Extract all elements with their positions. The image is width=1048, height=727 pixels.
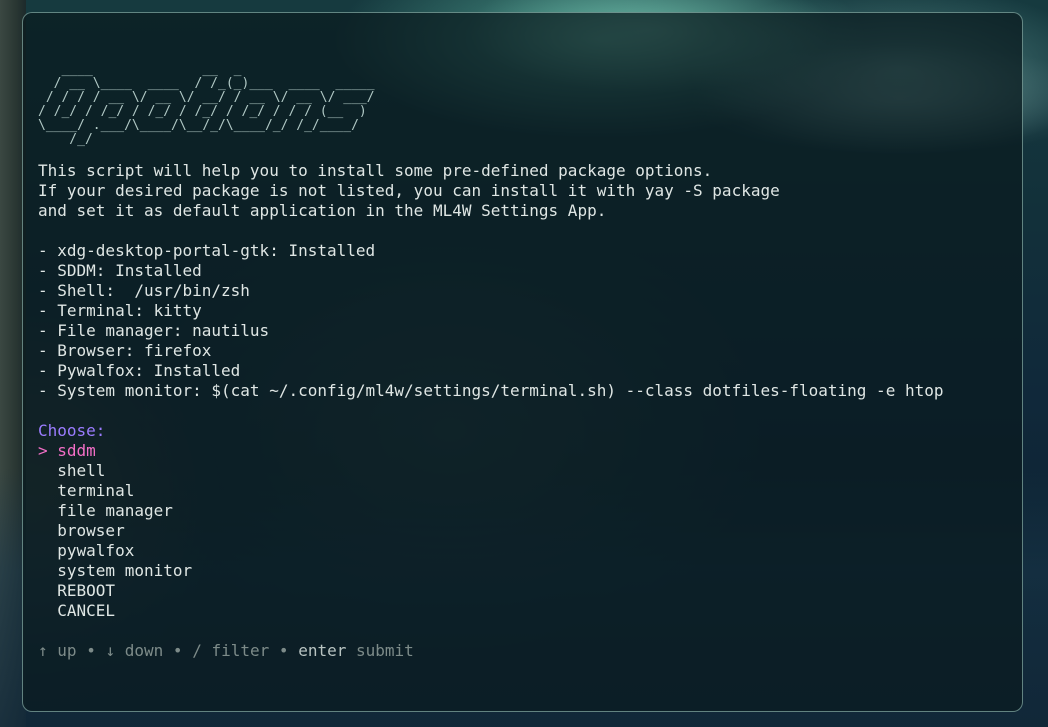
selection-cursor: >	[38, 441, 48, 460]
intro-line: If your desired package is not listed, y…	[38, 181, 780, 200]
menu-option-sddm[interactable]: > sddm	[38, 441, 1012, 461]
menu-option-label: browser	[57, 521, 125, 540]
help-down-label: down	[124, 641, 164, 660]
intro-text: This script will help you to install som…	[38, 161, 1012, 221]
menu-option-file-manager[interactable]: file manager	[38, 501, 1012, 521]
menu-option-cancel[interactable]: CANCEL	[38, 601, 1012, 621]
status-line-shell: - Shell: /usr/bin/zsh	[38, 281, 250, 300]
status-line-pywalfox: - Pywalfox: Installed	[38, 361, 241, 380]
menu-option-terminal[interactable]: terminal	[38, 481, 1012, 501]
menu-option-label: system monitor	[57, 561, 193, 580]
up-arrow-icon: ↑	[38, 641, 48, 660]
help-filter-label: filter	[211, 641, 270, 660]
status-line-system-monitor: - System monitor: $(cat ~/.config/ml4w/s…	[38, 381, 944, 400]
status-line-file-manager: - File manager: nautilus	[38, 321, 270, 340]
status-line-portal: - xdg-desktop-portal-gtk: Installed	[38, 241, 376, 260]
help-enter-key: enter	[298, 641, 347, 660]
menu-option-pywalfox[interactable]: pywalfox	[38, 541, 1012, 561]
menu-option-label: REBOOT	[57, 581, 116, 600]
down-arrow-icon: ↓	[105, 641, 116, 660]
help-filter-key: /	[192, 641, 202, 660]
keyboard-help-bar: ↑ up • ↓ down • / filter • enter submit	[38, 641, 1012, 661]
help-separator: •	[172, 641, 183, 660]
options-ascii-logo: ____ __ _ / __ \____ ____ / /_(_)___ ___…	[38, 62, 375, 147]
menu-option-label: shell	[57, 461, 106, 480]
intro-line: and set it as default application in the…	[38, 201, 607, 220]
menu-option-browser[interactable]: browser	[38, 521, 1012, 541]
menu-option-reboot[interactable]: REBOOT	[38, 581, 1012, 601]
menu-option-system-monitor[interactable]: system monitor	[38, 561, 1012, 581]
menu-option-shell[interactable]: shell	[38, 461, 1012, 481]
menu-option-label: file manager	[57, 501, 173, 520]
intro-line: This script will help you to install som…	[38, 161, 713, 180]
menu-option-label: CANCEL	[57, 601, 116, 620]
terminal-window[interactable]: ____ __ _ / __ \____ ____ / /_(_)___ ___…	[22, 12, 1023, 712]
menu-option-label: pywalfox	[57, 541, 135, 560]
menu-option-label: terminal	[57, 481, 135, 500]
status-line-terminal: - Terminal: kitty	[38, 301, 202, 320]
status-line-browser: - Browser: firefox	[38, 341, 212, 360]
choose-prompt: Choose:	[38, 421, 106, 440]
menu-option-label: sddm	[57, 441, 96, 460]
help-separator: •	[278, 641, 289, 660]
status-line-sddm: - SDDM: Installed	[38, 261, 202, 280]
help-submit-label: submit	[356, 641, 414, 660]
help-up-label: up	[57, 641, 77, 660]
package-status-list: - xdg-desktop-portal-gtk: Installed - SD…	[38, 241, 1012, 401]
choice-menu[interactable]: > sddm shell terminal file manager brows…	[38, 441, 1012, 621]
help-separator: •	[86, 641, 96, 660]
terminal-content: ____ __ _ / __ \____ ____ / /_(_)___ ___…	[38, 63, 1012, 661]
